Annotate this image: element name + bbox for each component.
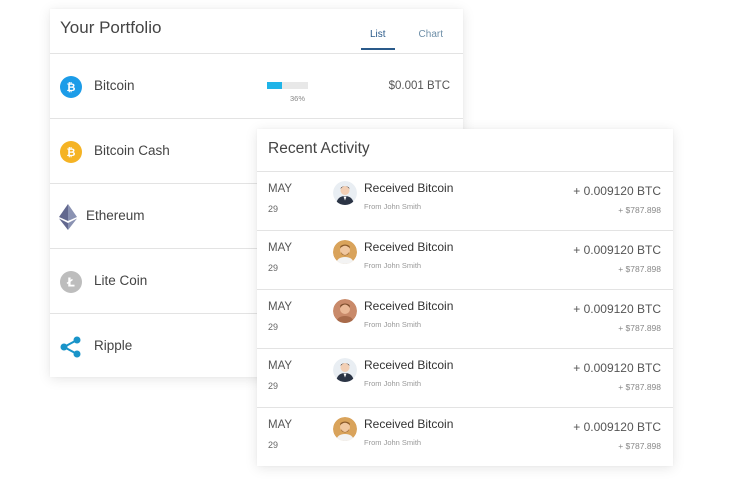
activity-label: Received Bitcoin <box>364 181 454 195</box>
activity-amount: + 0.009120 BTC <box>573 184 661 198</box>
portfolio-header: Your Portfolio List Chart <box>50 9 463 54</box>
activity-sender: From John Smith <box>364 261 422 270</box>
activity-item[interactable]: MAY 29 Received Bitcoin From John Smith … <box>257 231 673 290</box>
activity-header: Recent Activity <box>257 129 673 172</box>
activity-month: MAY <box>268 419 293 431</box>
holding-progress-label: 36% <box>290 94 306 103</box>
activity-item[interactable]: MAY 29 Received Bitcoin From John Smith … <box>257 408 673 466</box>
activity-day: 29 <box>268 263 279 273</box>
activity-sender: From John Smith <box>364 438 422 447</box>
activity-amount: + 0.009120 BTC <box>573 243 661 257</box>
litecoin-icon: Ł <box>60 271 82 293</box>
activity-item[interactable]: MAY 29 Received Bitcoin From John Smith … <box>257 290 673 349</box>
coin-amount: $0.001 BTC <box>388 80 450 92</box>
avatar <box>333 299 357 323</box>
svg-text:₿: ₿ <box>67 81 76 94</box>
activity-amount: + 0.009120 BTC <box>573 361 661 375</box>
activity-usd: + $787.898 <box>618 264 661 274</box>
ethereum-icon <box>59 204 77 230</box>
svg-text:₿: ₿ <box>67 146 76 159</box>
activity-month: MAY <box>268 183 293 195</box>
activity-sender: From John Smith <box>364 379 422 388</box>
svg-text:Ł: Ł <box>66 276 75 290</box>
activity-day: 29 <box>268 322 279 332</box>
coin-name: Ethereum <box>86 208 145 223</box>
avatar <box>333 240 357 264</box>
coin-name: Lite Coin <box>94 273 148 288</box>
coin-name: Bitcoin Cash <box>94 143 170 158</box>
activity-usd: + $787.898 <box>618 441 661 451</box>
activity-title: Recent Activity <box>268 140 370 157</box>
holding-progress-fill <box>267 82 282 89</box>
activity-usd: + $787.898 <box>618 205 661 215</box>
activity-item[interactable]: MAY 29 Received Bitcoin From John Smith … <box>257 172 673 231</box>
activity-usd: + $787.898 <box>618 382 661 392</box>
activity-sender: From John Smith <box>364 320 422 329</box>
activity-day: 29 <box>268 440 279 450</box>
activity-sender: From John Smith <box>364 202 422 211</box>
activity-usd: + $787.898 <box>618 323 661 333</box>
activity-amount: + 0.009120 BTC <box>573 420 661 434</box>
activity-label: Received Bitcoin <box>364 358 454 372</box>
activity-label: Received Bitcoin <box>364 299 454 313</box>
coin-name: Bitcoin <box>94 78 135 93</box>
bitcoin-icon: ₿ <box>60 76 82 98</box>
tab-chart[interactable]: Chart <box>419 27 443 50</box>
holding-progress-bar <box>267 82 308 89</box>
activity-month: MAY <box>268 242 293 254</box>
activity-month: MAY <box>268 301 293 313</box>
recent-activity-card: Recent Activity MAY 29 Received Bitcoin … <box>257 129 673 466</box>
avatar <box>333 358 357 382</box>
view-tabs: List Chart <box>360 27 443 50</box>
portfolio-row-bitcoin[interactable]: ₿ Bitcoin 36% $0.001 BTC <box>50 54 463 119</box>
activity-amount: + 0.009120 BTC <box>573 302 661 316</box>
avatar <box>333 181 357 205</box>
activity-month: MAY <box>268 360 293 372</box>
activity-item[interactable]: MAY 29 Received Bitcoin From John Smith … <box>257 349 673 408</box>
activity-day: 29 <box>268 381 279 391</box>
activity-label: Received Bitcoin <box>364 240 454 254</box>
portfolio-title: Your Portfolio <box>60 18 162 37</box>
tab-list[interactable]: List <box>360 27 395 50</box>
ripple-icon <box>60 336 82 358</box>
activity-day: 29 <box>268 204 279 214</box>
avatar <box>333 417 357 441</box>
bitcoin-cash-icon: ₿ <box>60 141 82 163</box>
coin-name: Ripple <box>94 338 133 353</box>
activity-label: Received Bitcoin <box>364 417 454 431</box>
